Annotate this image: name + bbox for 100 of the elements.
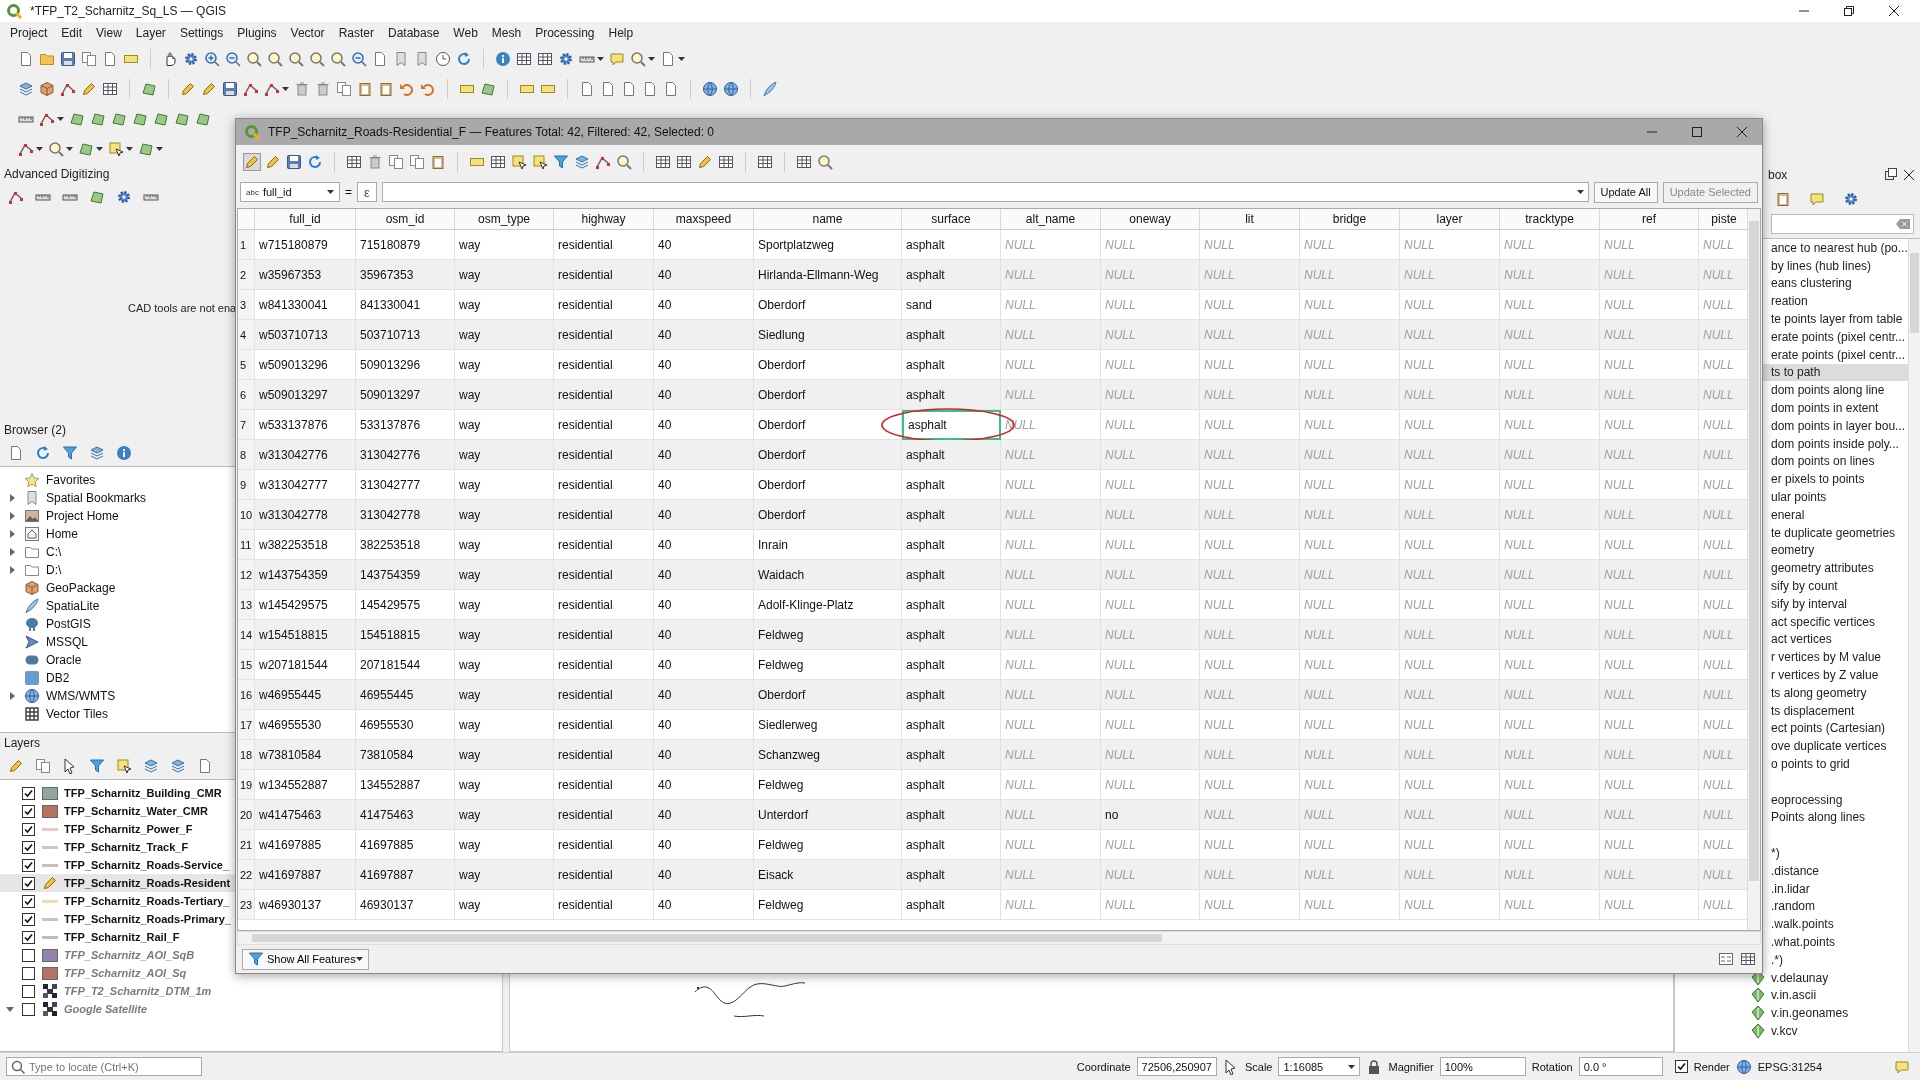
toolbox-item[interactable]: ts displacement xyxy=(1771,703,1855,718)
polygon-icon[interactable] xyxy=(132,111,148,127)
toolbox-item[interactable]: eans clustering xyxy=(1771,276,1852,291)
select-icon[interactable] xyxy=(108,141,124,157)
page-icon[interactable] xyxy=(197,758,213,774)
float-icon[interactable] xyxy=(1883,167,1899,183)
copy-icon[interactable] xyxy=(81,51,97,67)
page-icon[interactable] xyxy=(642,81,658,97)
page-icon[interactable] xyxy=(372,51,388,67)
toolbox-item[interactable]: ove duplicate vertices xyxy=(1771,739,1887,754)
vertex-icon[interactable] xyxy=(18,141,34,157)
column-header[interactable]: alt_name xyxy=(1001,209,1101,229)
zoom-out-icon[interactable] xyxy=(351,51,367,67)
trash-icon[interactable] xyxy=(315,81,331,97)
table-icon[interactable] xyxy=(1740,951,1756,967)
funnel-icon[interactable] xyxy=(62,445,78,461)
polygon-icon[interactable] xyxy=(78,141,94,157)
speech-bubble-icon[interactable] xyxy=(1809,191,1825,207)
copy-icon[interactable] xyxy=(336,81,352,97)
layer-checkbox[interactable] xyxy=(22,786,35,800)
maximize-icon[interactable] xyxy=(1689,124,1705,140)
bookmark-icon[interactable] xyxy=(393,51,409,67)
dropdown-caret-icon[interactable] xyxy=(678,57,685,61)
column-header[interactable]: full_id xyxy=(255,209,356,229)
browser-item[interactable]: Project Home xyxy=(46,509,119,523)
dropdown-caret-icon[interactable] xyxy=(66,147,73,151)
toolbox-item[interactable]: dom points along line xyxy=(1771,383,1885,398)
polygon-icon[interactable] xyxy=(89,189,105,205)
layer-name[interactable]: TFP_Scharnitz_Roads-Tertiary_ xyxy=(64,895,230,907)
magnifier-icon[interactable] xyxy=(330,51,346,67)
menu-item[interactable]: Database xyxy=(380,24,447,42)
restore-icon[interactable] xyxy=(1841,3,1857,19)
layers-icon[interactable] xyxy=(18,81,34,97)
update-button[interactable]: Update All xyxy=(1593,181,1658,203)
column-header[interactable]: layer xyxy=(1400,209,1500,229)
close-icon[interactable] xyxy=(1734,124,1750,140)
browser-item[interactable]: PostGIS xyxy=(46,617,91,631)
dropdown-caret-icon[interactable] xyxy=(156,147,163,151)
toolbox-item[interactable]: o points to grid xyxy=(1771,757,1850,771)
layer-name[interactable]: TFP_T2_Scharnitz_DTM_1m xyxy=(64,985,212,997)
toolbox-item[interactable]: v.kcv xyxy=(1771,1023,1798,1038)
row-number[interactable]: 21 xyxy=(238,830,255,860)
magnifier-icon[interactable] xyxy=(246,51,262,67)
row-number[interactable]: 23 xyxy=(238,890,255,920)
toolbox-item[interactable]: .distance xyxy=(1771,863,1820,878)
layer-name[interactable]: TFP_Scharnitz_Rail_F xyxy=(64,931,180,943)
menu-item[interactable]: Edit xyxy=(54,24,90,42)
layers-icon[interactable] xyxy=(89,445,105,461)
expand-arrow-icon[interactable] xyxy=(9,494,15,502)
speech-bubble-icon[interactable] xyxy=(609,51,625,67)
row-number[interactable]: 4 xyxy=(238,320,255,350)
row-number[interactable]: 12 xyxy=(238,560,255,590)
toolbox-item[interactable]: geometry attributes xyxy=(1771,561,1874,576)
browser-item[interactable]: SpatiaLite xyxy=(46,599,100,613)
toolbox-item[interactable]: act specific vertices xyxy=(1771,614,1876,629)
horizontal-scrollbar[interactable] xyxy=(237,931,1761,945)
browser-item[interactable]: WMS/WMTS xyxy=(46,689,116,703)
globe-icon[interactable] xyxy=(723,81,739,97)
magnifier-icon[interactable] xyxy=(616,154,632,170)
search-field[interactable] xyxy=(1771,214,1914,234)
magnifier-icon[interactable] xyxy=(630,51,646,67)
layer-name[interactable]: TFP_Scharnitz_AOI_Sq xyxy=(64,967,187,979)
layer-name[interactable]: TFP_Scharnitz_Roads-Service_ xyxy=(64,859,230,871)
layers-icon[interactable] xyxy=(143,758,159,774)
speech-bubble-icon[interactable] xyxy=(1894,1058,1910,1075)
magnifier-icon[interactable] xyxy=(48,141,64,157)
page-icon[interactable] xyxy=(600,81,616,97)
browser-item[interactable]: Spatial Bookmarks xyxy=(46,491,147,505)
dropdown-caret-icon[interactable] xyxy=(282,87,289,91)
browser-item[interactable]: D:\ xyxy=(46,563,62,577)
polygon-icon[interactable] xyxy=(174,111,190,127)
bookmark-icon[interactable] xyxy=(414,51,430,67)
column-header[interactable]: ref xyxy=(1600,209,1699,229)
polygon-icon[interactable] xyxy=(141,81,157,97)
copy-icon[interactable] xyxy=(409,154,425,170)
toolbox-item[interactable]: v.in.ascii xyxy=(1771,988,1817,1003)
undo-icon[interactable] xyxy=(399,81,415,97)
dropdown-caret-icon[interactable] xyxy=(36,147,43,151)
toolbox-item[interactable]: erate points (pixel centr... xyxy=(1771,347,1906,362)
vertical-scrollbar[interactable] xyxy=(1907,239,1920,1052)
browser-item[interactable]: C:\ xyxy=(46,545,62,559)
vertex-icon[interactable] xyxy=(39,111,55,127)
expand-arrow-icon[interactable] xyxy=(9,566,15,574)
browser-item[interactable]: Vector Tiles xyxy=(46,707,109,721)
vertex-icon[interactable] xyxy=(60,81,76,97)
toolbox-item[interactable]: dom points in layer bou... xyxy=(1771,418,1906,433)
page-icon[interactable] xyxy=(8,445,24,461)
close-icon[interactable] xyxy=(1901,167,1917,183)
toolbox-item[interactable]: erate points (pixel centr... xyxy=(1771,329,1906,344)
globe-icon[interactable] xyxy=(1735,1058,1752,1075)
menu-item[interactable]: Plugins xyxy=(230,24,284,42)
menu-item[interactable]: Settings xyxy=(172,24,231,42)
info-icon[interactable] xyxy=(116,445,132,461)
undo-icon[interactable] xyxy=(420,81,436,97)
layer-name[interactable]: TFP_Scharnitz_Roads-Primary_ xyxy=(64,913,231,925)
clipboard-icon[interactable] xyxy=(378,81,394,97)
save-icon[interactable] xyxy=(60,51,76,67)
magnifier-icon[interactable] xyxy=(288,51,304,67)
menu-item[interactable]: Processing xyxy=(528,24,602,42)
toolbox-item[interactable]: ance to nearest hub (po... xyxy=(1771,240,1908,255)
